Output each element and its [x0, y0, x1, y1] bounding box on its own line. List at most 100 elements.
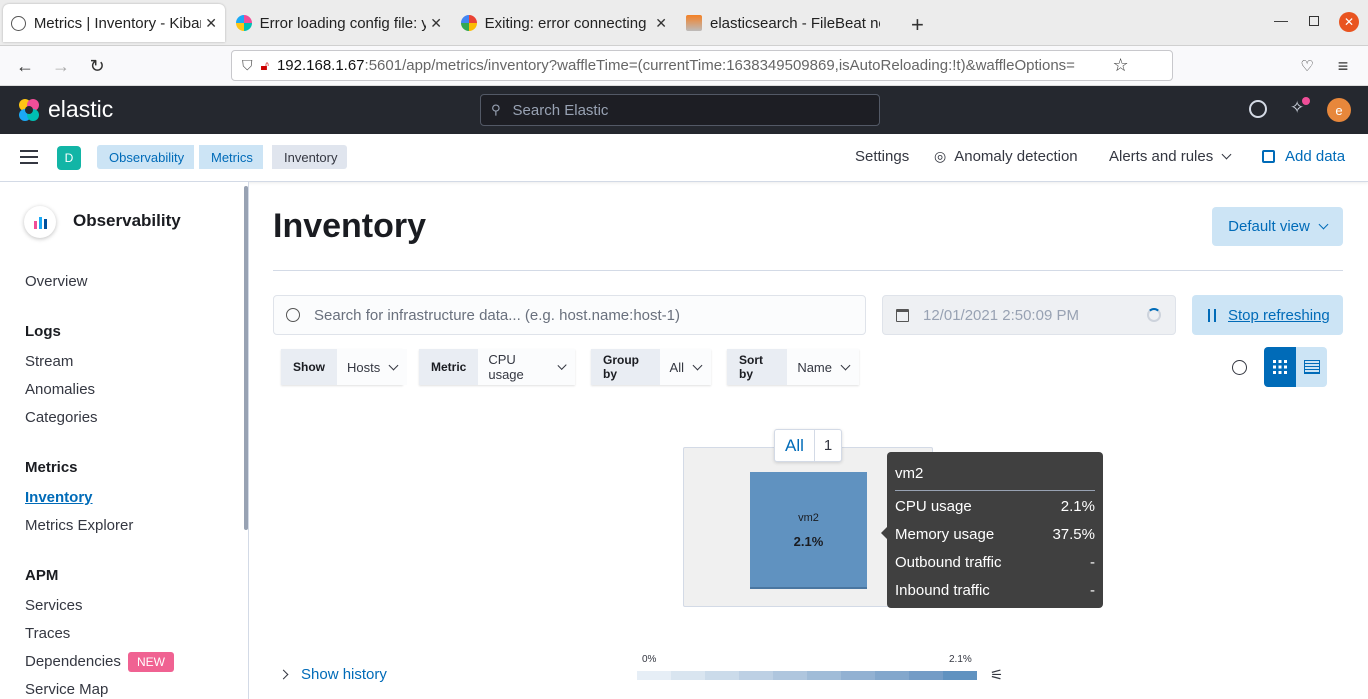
- legend-step: [807, 671, 841, 680]
- tooltip-title-text: vm2: [895, 465, 924, 482]
- add-data-icon: [1262, 150, 1275, 163]
- clock-icon[interactable]: [1232, 360, 1247, 375]
- metric-filter[interactable]: Metric CPU usage: [419, 349, 575, 385]
- group-by-filter[interactable]: Group by All: [591, 349, 711, 385]
- alerts-rules-dropdown[interactable]: Alerts and rules: [1109, 148, 1232, 165]
- sidebar-item-traces[interactable]: Traces: [25, 625, 70, 642]
- settings-link[interactable]: Settings: [855, 148, 909, 165]
- sidebar-scrollbar[interactable]: [244, 186, 248, 530]
- filter-label: Show: [281, 349, 337, 385]
- tab-title: Exiting: error connecting: [484, 14, 647, 32]
- legend-step: [875, 671, 909, 680]
- filter-value: Name: [797, 359, 832, 375]
- forward-icon[interactable]: →: [49, 54, 73, 78]
- sidebar-item-categories[interactable]: Categories: [25, 409, 98, 426]
- stop-refreshing-button[interactable]: Stop refreshing: [1192, 295, 1343, 335]
- tooltip-label: CPU usage: [895, 498, 972, 515]
- sort-by-filter[interactable]: Sort by Name: [727, 349, 859, 385]
- page-title: Inventory: [273, 207, 427, 245]
- chevron-right-icon: [278, 669, 289, 680]
- chevron-down-icon: [1221, 149, 1232, 160]
- sidebar-item-anomalies[interactable]: Anomalies: [25, 381, 95, 398]
- legend-step: [671, 671, 705, 680]
- maximize-icon[interactable]: [1309, 16, 1319, 26]
- close-tab-icon[interactable]: ✕: [430, 15, 442, 32]
- user-avatar[interactable]: e: [1327, 98, 1351, 122]
- add-data-link[interactable]: Add data: [1262, 148, 1345, 165]
- tab-title: Metrics | Inventory - Kibana: [33, 14, 202, 32]
- legend-step: [909, 671, 943, 680]
- legend-gradient: [637, 671, 977, 680]
- reload-icon[interactable]: ↻: [85, 54, 109, 78]
- minimize-icon[interactable]: —: [1274, 12, 1288, 28]
- show-history-label: Show history: [301, 666, 387, 683]
- filter-label: Sort by: [727, 349, 788, 385]
- tab-stackoverflow[interactable]: elasticsearch - FileBeat no: [678, 4, 900, 42]
- sidebar-item-overview[interactable]: Overview: [25, 273, 88, 290]
- legend-min: 0%: [642, 654, 657, 665]
- browser-nav-bar: ← → ↻ ⛉ 🔓︎ 192.168.1.67 :5601/app/metric…: [0, 46, 1368, 86]
- tooltip-row: Memory usage 37.5%: [895, 526, 1095, 543]
- group-header[interactable]: All 1: [774, 429, 842, 462]
- help-icon[interactable]: [1249, 100, 1267, 118]
- insecure-lock-icon: 🔓︎: [260, 57, 269, 73]
- tooltip-value: -: [1090, 554, 1095, 571]
- tab-exiting-error[interactable]: Exiting: error connecting ✕: [453, 4, 675, 42]
- space-avatar[interactable]: D: [57, 146, 81, 170]
- tooltip-value: 37.5%: [1052, 526, 1095, 543]
- breadcrumb-metrics[interactable]: Metrics: [199, 145, 263, 169]
- anomaly-detection-link[interactable]: ◎ Anomaly detection: [934, 148, 1078, 165]
- host-node-vm2[interactable]: vm2 2.1%: [750, 472, 867, 589]
- address-bar[interactable]: ⛉ 🔓︎ 192.168.1.67 :5601/app/metrics/inve…: [231, 50, 1173, 81]
- brand-name: elastic: [48, 96, 114, 122]
- elastic-favicon-icon: [236, 15, 252, 31]
- close-tab-icon[interactable]: ✕: [205, 15, 217, 32]
- stackoverflow-favicon-icon: [686, 15, 702, 31]
- tab-config-error[interactable]: Error loading config file: y ✕: [228, 4, 450, 42]
- tab-kibana[interactable]: Metrics | Inventory - Kibana ✕: [3, 4, 225, 42]
- date-picker[interactable]: 12/01/2021 2:50:09 PM: [882, 295, 1176, 335]
- sidebar-item-service-map[interactable]: Service Map: [25, 681, 108, 698]
- search-icon: ⚲: [491, 102, 501, 117]
- infra-search-placeholder: Search for infrastructure data... (e.g. …: [314, 306, 681, 324]
- show-history-toggle[interactable]: Show history: [278, 666, 387, 683]
- sidebar-item-services[interactable]: Services: [25, 597, 83, 614]
- back-icon[interactable]: ←: [13, 54, 37, 78]
- elastic-logo-icon[interactable]: [16, 97, 42, 123]
- new-tab-icon[interactable]: +: [911, 12, 924, 38]
- url-path: :5601/app/metrics/inventory?waffleTime=(…: [364, 57, 1075, 74]
- menu-icon[interactable]: ≡: [1331, 54, 1355, 78]
- sidebar-item-stream[interactable]: Stream: [25, 353, 73, 370]
- chevron-down-icon: [1318, 219, 1329, 230]
- breadcrumb-observability[interactable]: Observability: [97, 145, 195, 169]
- map-view-toggle[interactable]: [1264, 347, 1296, 387]
- tooltip-label: Outbound traffic: [895, 554, 1002, 571]
- sidebar-item-dependencies[interactable]: Dependencies: [25, 653, 121, 670]
- breadcrumb-inventory: Inventory: [272, 145, 348, 169]
- show-filter[interactable]: Show Hosts: [281, 349, 408, 385]
- chevron-down-icon: [840, 360, 851, 370]
- filter-label: Group by: [591, 349, 660, 385]
- default-view-label: Default view: [1228, 218, 1310, 235]
- filter-value: All: [669, 359, 684, 375]
- legend-controls-icon[interactable]: ⚟: [990, 666, 1003, 684]
- infra-search-input[interactable]: Search for infrastructure data... (e.g. …: [273, 295, 866, 335]
- legend-step: [739, 671, 773, 680]
- pocket-icon[interactable]: ♡: [1295, 54, 1319, 78]
- stop-refreshing-label: Stop refreshing: [1228, 306, 1330, 324]
- filter-label: Metric: [419, 349, 479, 385]
- close-tab-icon[interactable]: ✕: [655, 15, 667, 32]
- date-value: 12/01/2021 2:50:09 PM: [923, 306, 1079, 324]
- sidebar-item-metrics-explorer[interactable]: Metrics Explorer: [25, 517, 133, 534]
- default-view-button[interactable]: Default view: [1212, 207, 1343, 246]
- global-search-input[interactable]: ⚲ Search Elastic: [480, 94, 880, 126]
- legend-step: [705, 671, 739, 680]
- node-name: vm2: [798, 512, 819, 524]
- sidebar-item-inventory[interactable]: Inventory: [25, 489, 93, 506]
- close-window-icon[interactable]: ✕: [1339, 12, 1359, 32]
- hamburger-menu-icon[interactable]: [20, 150, 38, 164]
- anomaly-label: Anomaly detection: [954, 148, 1078, 165]
- bookmark-star-icon[interactable]: ☆: [1113, 55, 1129, 76]
- sidebar-heading-apm: APM: [25, 567, 59, 584]
- table-view-toggle[interactable]: [1296, 347, 1327, 387]
